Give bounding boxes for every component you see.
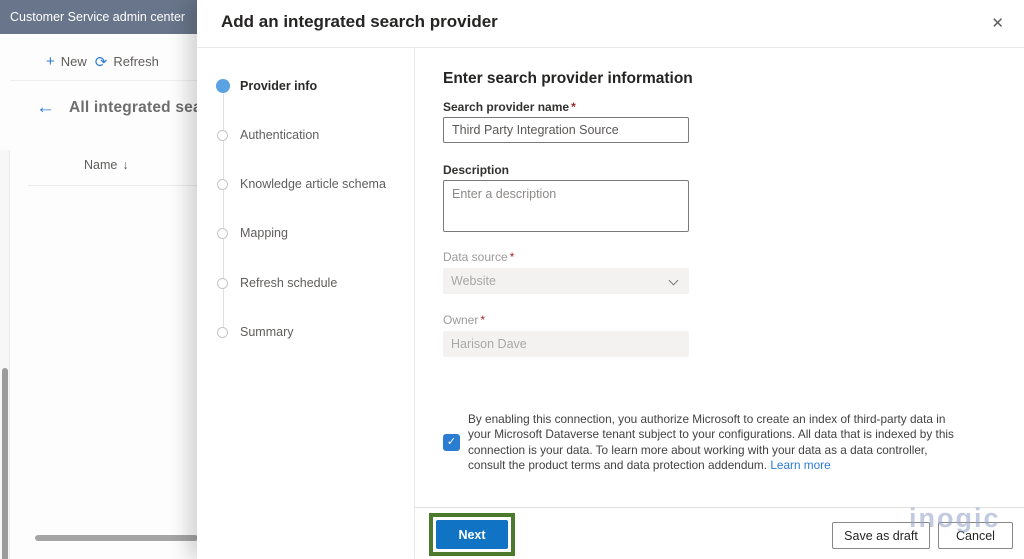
- next-button[interactable]: Next: [436, 520, 508, 549]
- owner-label: Owner *: [443, 313, 486, 327]
- step-dot: [217, 277, 228, 289]
- data-source-label: Data source *: [443, 250, 515, 264]
- close-icon[interactable]: ✕: [991, 14, 1004, 32]
- required-asterisk: *: [480, 313, 486, 327]
- search-provider-name-label: Search provider name *: [443, 100, 576, 114]
- list-title-row: ← All integrated sear: [36, 98, 197, 117]
- vertical-scrollbar-thumb[interactable]: [2, 368, 8, 559]
- dialog-title: Add an integrated search provider: [221, 12, 498, 31]
- new-button-label: New: [60, 54, 87, 69]
- data-source-dropdown[interactable]: Website: [443, 268, 689, 294]
- consent-row: ✓ By enabling this connection, you autho…: [443, 412, 959, 474]
- required-asterisk: *: [571, 100, 576, 114]
- consent-text: By enabling this connection, you authori…: [468, 412, 954, 473]
- step-summary[interactable]: Summary: [197, 323, 414, 341]
- step-provider-info[interactable]: Provider info: [197, 77, 414, 95]
- vertical-scrollbar-track[interactable]: [0, 150, 10, 559]
- step-dot-active: [216, 79, 230, 93]
- app-title: Customer Service admin center: [10, 10, 186, 24]
- owner-value: Harison Dave: [451, 337, 527, 351]
- footer-divider: [415, 507, 1024, 508]
- list-toolbar: + New ⟳ Refresh: [0, 34, 197, 76]
- add-search-provider-dialog: Add an integrated search provider ✕ Prov…: [197, 0, 1024, 559]
- search-provider-name-input[interactable]: [443, 117, 689, 143]
- refresh-icon: ⟳: [94, 53, 108, 71]
- description-textarea[interactable]: [443, 180, 689, 232]
- refresh-button-label: Refresh: [113, 54, 159, 69]
- checkmark-icon: ✓: [446, 436, 457, 449]
- consent-checkbox[interactable]: ✓: [443, 434, 460, 452]
- wizard-stepper: Provider info Authentication Knowledge a…: [197, 47, 415, 559]
- owner-field[interactable]: Harison Dave: [443, 331, 689, 357]
- column-header-name[interactable]: Name ↓: [84, 158, 129, 172]
- next-button-highlight-box: Next: [429, 513, 515, 556]
- form-heading: Enter search provider information: [443, 70, 693, 87]
- horizontal-scrollbar-thumb[interactable]: [35, 535, 198, 541]
- table-header-divider: [28, 185, 197, 186]
- chevron-down-icon: [668, 275, 679, 286]
- step-dot: [217, 227, 228, 239]
- back-arrow-icon[interactable]: ←: [36, 98, 55, 117]
- step-refresh-schedule[interactable]: Refresh schedule: [197, 274, 414, 292]
- plus-icon: +: [46, 53, 55, 70]
- step-authentication[interactable]: Authentication: [197, 126, 414, 144]
- sort-down-icon: ↓: [122, 158, 129, 172]
- required-asterisk: *: [509, 250, 515, 264]
- step-dot: [217, 326, 228, 338]
- list-page-title: All integrated sear: [69, 98, 197, 116]
- description-label: Description: [443, 163, 510, 177]
- data-source-value: Website: [451, 274, 496, 288]
- step-mapping[interactable]: Mapping: [197, 224, 414, 242]
- step-knowledge-article-schema[interactable]: Knowledge article schema: [197, 175, 414, 193]
- save-as-draft-button[interactable]: Save as draft: [832, 522, 930, 549]
- step-dot: [217, 129, 228, 141]
- learn-more-link[interactable]: Learn more: [770, 458, 830, 472]
- stepper-connector-line: [223, 86, 224, 332]
- left-navigation-panel: Customer Service admin center + New ⟳ Re…: [0, 0, 198, 559]
- refresh-button[interactable]: ⟳ Refresh: [95, 53, 159, 71]
- new-button[interactable]: + New: [46, 53, 87, 70]
- cancel-button[interactable]: Cancel: [938, 522, 1013, 549]
- toolbar-divider: [10, 80, 197, 81]
- step-dot: [217, 178, 228, 190]
- app-title-bar: Customer Service admin center: [0, 0, 197, 34]
